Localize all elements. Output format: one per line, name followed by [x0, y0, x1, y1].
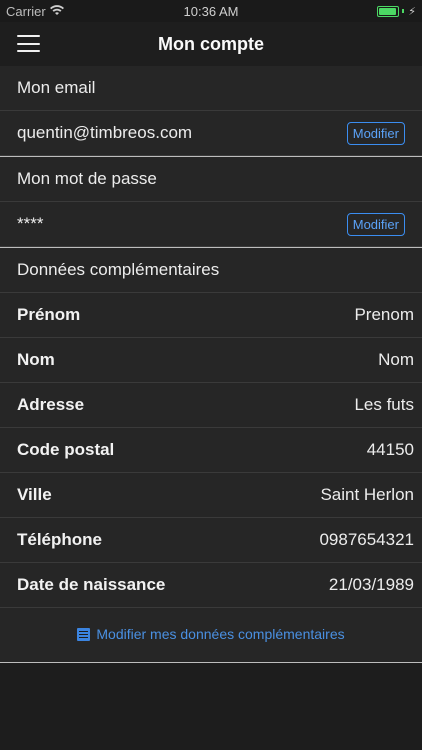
nav-bar: Mon compte [0, 22, 422, 66]
data-value: 44150 [366, 440, 414, 459]
data-value: Prenom [354, 305, 414, 324]
data-value: Saint Herlon [320, 485, 414, 504]
data-label: Nom [17, 350, 55, 369]
edit-extra-data-label: Modifier mes données complémentaires [96, 626, 345, 642]
hamburger-menu-icon[interactable] [17, 35, 40, 52]
data-row-address: Adresse Les futs [0, 383, 422, 428]
password-value: **** [17, 214, 44, 233]
edit-password-button[interactable]: Modifier [346, 212, 405, 236]
data-row-lastname: Nom Nom [0, 338, 422, 383]
status-time: 10:36 AM [183, 3, 239, 19]
data-row-firstname: Prénom Prenom [0, 293, 422, 338]
data-row-postal-code: Code postal 44150 [0, 428, 422, 473]
password-section-header: Mon mot de passe [0, 157, 422, 202]
data-label: Ville [17, 485, 52, 504]
data-label: Code postal [17, 440, 115, 459]
data-row-phone: Téléphone 0987654321 [0, 518, 422, 563]
data-value: Les futs [354, 395, 414, 414]
data-value: Nom [378, 350, 414, 369]
data-label: Prénom [17, 305, 81, 324]
email-value: quentin@timbreos.com [17, 123, 193, 142]
email-section-header: Mon email [0, 66, 422, 111]
edit-email-button[interactable]: Modifier [346, 121, 405, 145]
charging-icon: ⚡ [408, 5, 416, 18]
data-row-birthdate: Date de naissance 21/03/1989 [0, 563, 422, 608]
status-bar: Carrier 10:36 AM ⚡ [0, 0, 422, 22]
edit-extra-data-link[interactable]: Modifier mes données complémentaires [0, 608, 422, 660]
extra-section-header: Données complémentaires [0, 248, 422, 293]
data-value: 21/03/1989 [328, 575, 414, 594]
battery-indicator: ⚡ [377, 5, 416, 18]
account-content: Mon email quentin@timbreos.com Modifier … [0, 66, 422, 750]
battery-icon [377, 5, 400, 17]
data-label: Date de naissance [17, 575, 166, 594]
bottom-area [0, 662, 422, 750]
data-label: Téléphone [17, 530, 103, 549]
data-value: 0987654321 [319, 530, 414, 549]
data-row-city: Ville Saint Herlon [0, 473, 422, 518]
page-title: Mon compte [158, 33, 264, 54]
document-icon [77, 627, 91, 641]
data-label: Adresse [17, 395, 85, 414]
email-row: quentin@timbreos.com Modifier [0, 111, 422, 156]
password-row: **** Modifier [0, 202, 422, 247]
